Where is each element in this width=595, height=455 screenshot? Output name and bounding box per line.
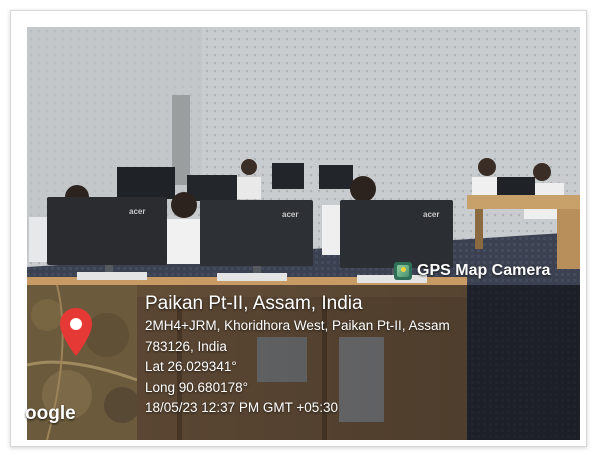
gps-map-camera-icon xyxy=(394,262,412,280)
latitude: Lat 26.029341° xyxy=(145,359,237,374)
student xyxy=(241,159,257,175)
student xyxy=(533,163,551,181)
monitor-logo: acer xyxy=(129,207,146,216)
back-monitor xyxy=(117,167,175,199)
keyboard xyxy=(217,273,287,281)
desk-leg xyxy=(475,209,483,249)
keyboard xyxy=(77,272,147,280)
map-brand-text: oogle xyxy=(25,403,76,424)
front-monitor xyxy=(47,197,167,265)
longitude: Long 90.680178° xyxy=(145,379,248,395)
monitor-logo: acer xyxy=(423,210,440,219)
monitor-logo: acer xyxy=(282,210,299,219)
back-monitor xyxy=(187,175,237,201)
location-details: Paikan Pt-II, Assam, India 2MH4+JRM, Kho… xyxy=(145,292,450,419)
gps-map-camera-badge: GPS Map Camera xyxy=(394,262,550,280)
side-desk xyxy=(557,209,580,269)
back-monitor xyxy=(319,165,353,189)
address-line-2: 783126, India xyxy=(145,338,227,354)
address-line-1: 2MH4+JRM, Khoridhora West, Paikan Pt-II,… xyxy=(145,318,450,333)
gps-map-camera-label: GPS Map Camera xyxy=(417,262,551,279)
student xyxy=(171,192,197,218)
location-pin-icon xyxy=(60,308,92,356)
student-shirt xyxy=(237,177,261,199)
student xyxy=(350,176,376,202)
side-desk xyxy=(467,195,580,209)
place-name: Paikan Pt-II, Assam, India xyxy=(145,293,363,314)
timestamp: 18/05/23 12:37 PM GMT +05:30 xyxy=(145,400,339,415)
back-monitor xyxy=(272,163,304,189)
student xyxy=(478,158,496,176)
